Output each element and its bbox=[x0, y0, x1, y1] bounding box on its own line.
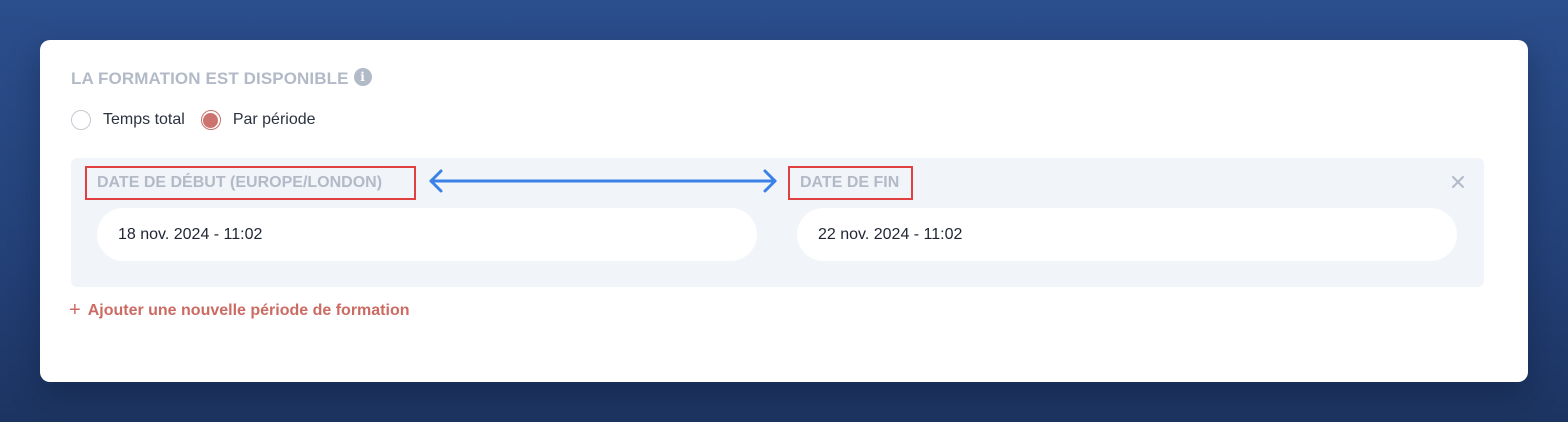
end-date-input[interactable]: 22 nov. 2024 - 11:02 bbox=[797, 208, 1457, 261]
add-training-period-label: Ajouter une nouvelle période de formatio… bbox=[87, 302, 410, 319]
availability-radio-group: Temps total Par période bbox=[71, 110, 332, 130]
radio-button-temps-total[interactable] bbox=[71, 110, 91, 130]
close-icon[interactable] bbox=[1450, 174, 1466, 190]
start-date-label-text: DATE DE DÉBUT (EUROPE/LONDON) bbox=[97, 174, 383, 191]
double-arrow-annotation bbox=[429, 169, 777, 193]
radio-label-par-periode: Par période bbox=[232, 111, 316, 128]
section-title: LA FORMATION EST DISPONIBLE bbox=[71, 69, 349, 88]
end-date-label: DATE DE FIN bbox=[788, 166, 913, 200]
start-date-label: DATE DE DÉBUT (EUROPE/LONDON) bbox=[85, 166, 416, 200]
start-date-value: 18 nov. 2024 - 11:02 bbox=[118, 225, 263, 243]
availability-card: LA FORMATION EST DISPONIBLE i Temps tota… bbox=[40, 40, 1528, 382]
end-date-label-text: DATE DE FIN bbox=[800, 174, 900, 191]
add-training-period-button[interactable]: + Ajouter une nouvelle période de format… bbox=[69, 299, 410, 321]
section-header: LA FORMATION EST DISPONIBLE i bbox=[71, 68, 372, 89]
training-period-panel: DATE DE DÉBUT (EUROPE/LONDON) DATE DE FI… bbox=[71, 158, 1484, 287]
radio-button-par-periode[interactable] bbox=[200, 110, 221, 130]
radio-label-temps-total: Temps total bbox=[103, 111, 185, 128]
radio-option-par-periode[interactable]: Par période bbox=[200, 110, 316, 130]
end-date-value: 22 nov. 2024 - 11:02 bbox=[818, 225, 963, 243]
start-date-input[interactable]: 18 nov. 2024 - 11:02 bbox=[97, 208, 757, 261]
plus-icon: + bbox=[69, 299, 81, 321]
info-icon[interactable]: i bbox=[353, 68, 372, 86]
radio-option-temps-total[interactable]: Temps total bbox=[71, 110, 185, 130]
radio-selected-dot bbox=[203, 112, 219, 128]
